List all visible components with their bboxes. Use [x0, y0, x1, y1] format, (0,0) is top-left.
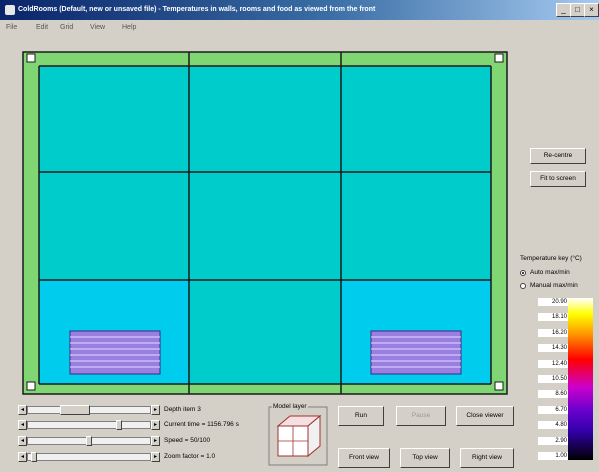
slider-thumb[interactable] — [86, 436, 92, 446]
minimize-button[interactable]: _ — [556, 3, 571, 17]
key-value: 10.50 — [538, 375, 568, 383]
right-view-button[interactable]: Right view — [460, 448, 514, 468]
menu-help[interactable]: Help — [122, 22, 136, 34]
app-icon — [5, 5, 15, 15]
scroll-left-arrow-icon[interactable]: ◂ — [18, 436, 27, 446]
slider-thumb[interactable] — [30, 452, 37, 462]
maximize-button[interactable]: □ — [570, 3, 585, 17]
key-value: 4.80 — [538, 421, 568, 430]
auto-maxmin-radio[interactable] — [520, 270, 526, 276]
model-layer-widget[interactable] — [268, 404, 328, 466]
zoom-slider-label: Zoom factor = 1.0 — [164, 453, 216, 460]
title-bar: ColdRooms (Default, new or unsaved file)… — [0, 0, 599, 20]
scene-viewport[interactable] — [15, 44, 520, 399]
key-value: 20.90 — [538, 298, 568, 306]
model-layer-label: Model layer — [272, 403, 308, 410]
menu-bar: File Edit Grid View Help — [0, 20, 599, 36]
slider-thumb[interactable] — [59, 405, 90, 415]
temperature-color-bar — [568, 298, 593, 460]
time-slider-label: Current time = 1156.796 s — [164, 421, 239, 428]
menu-file[interactable]: File — [6, 22, 17, 34]
time-slider[interactable]: ◂ ▸ — [18, 420, 160, 430]
scroll-left-arrow-icon[interactable]: ◂ — [18, 420, 27, 430]
key-value: 18.10 — [538, 313, 568, 322]
slider-track[interactable] — [27, 421, 151, 429]
auto-maxmin-label: Auto max/min — [530, 269, 570, 276]
close-viewer-button[interactable]: Close viewer — [456, 406, 514, 426]
key-value: 12.40 — [538, 359, 568, 368]
scroll-right-arrow-icon[interactable]: ▸ — [151, 420, 160, 430]
key-value: 1.00 — [538, 452, 568, 460]
slider-thumb[interactable] — [115, 420, 122, 430]
slider-track[interactable] — [27, 453, 151, 461]
scroll-right-arrow-icon[interactable]: ▸ — [151, 436, 160, 446]
key-value: 16.20 — [538, 328, 568, 337]
scroll-right-arrow-icon[interactable]: ▸ — [151, 405, 160, 415]
run-button[interactable]: Run — [338, 406, 384, 426]
room-cross-section — [22, 51, 508, 395]
temperature-key-title: Temperature key (°C) — [520, 255, 582, 262]
model-cube-icon — [268, 406, 328, 466]
menu-view[interactable]: View — [90, 22, 105, 34]
zoom-slider[interactable]: ◂ ▸ — [18, 452, 160, 462]
scroll-left-arrow-icon[interactable]: ◂ — [18, 405, 27, 415]
top-view-button[interactable]: Top view — [400, 448, 450, 468]
recentre-button[interactable]: Re-centre — [530, 148, 586, 164]
food-stack-left — [69, 330, 161, 375]
manual-maxmin-label: Manual max/min — [530, 282, 578, 289]
window-title: ColdRooms (Default, new or unsaved file)… — [18, 6, 376, 13]
fit-to-screen-button[interactable]: Fit to screen — [530, 171, 586, 187]
temperature-key-labels: 20.90 18.10 16.20 14.30 12.40 10.50 8.60… — [538, 298, 568, 460]
front-view-button[interactable]: Front view — [338, 448, 390, 468]
speed-slider-label: Speed = 50/100 — [164, 437, 211, 444]
menu-edit[interactable]: Edit — [36, 22, 48, 34]
depth-slider-label: Depth item 3 — [164, 406, 201, 413]
scroll-left-arrow-icon[interactable]: ◂ — [18, 452, 27, 462]
speed-slider[interactable]: ◂ ▸ — [18, 436, 160, 446]
depth-slider[interactable]: ◂ ▸ — [18, 405, 160, 415]
close-button[interactable]: × — [584, 3, 599, 17]
menu-grid[interactable]: Grid — [60, 22, 73, 34]
scroll-right-arrow-icon[interactable]: ▸ — [151, 452, 160, 462]
pause-button[interactable]: Pause — [396, 406, 446, 426]
key-value: 8.60 — [538, 390, 568, 399]
key-value: 6.70 — [538, 405, 568, 414]
manual-maxmin-radio[interactable] — [520, 283, 526, 289]
key-value: 14.30 — [538, 344, 568, 353]
food-stack-right — [370, 330, 462, 375]
key-value: 2.90 — [538, 436, 568, 445]
